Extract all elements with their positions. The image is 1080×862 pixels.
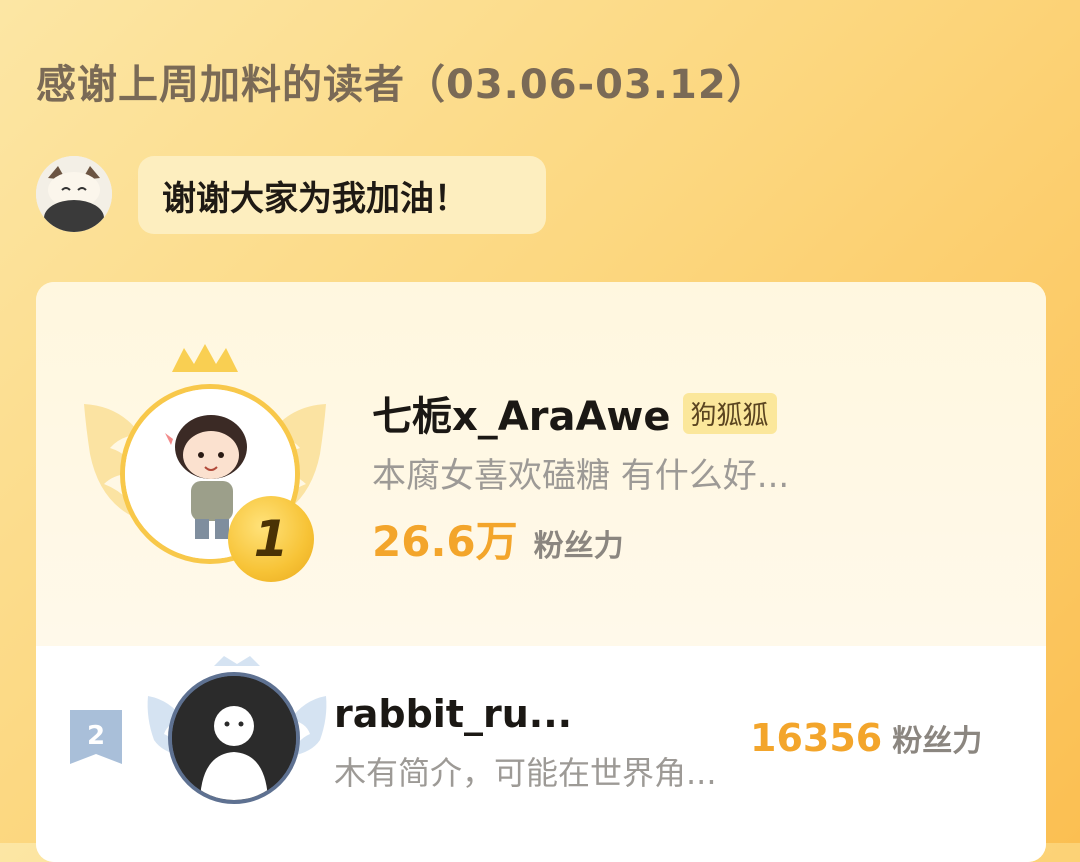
rank-medal-1: 1 [228,496,314,582]
cat-avatar-icon [36,156,112,232]
author-message-text: 谢谢大家为我加油！ [162,178,468,219]
rank1-name[interactable]: 七栀x_AraAwe [372,384,671,442]
rank2-score-value: 16356 [750,716,883,760]
rank1-score-value: 26.6万 [372,517,518,566]
rank2-number: 2 [87,721,105,751]
author-message-bubble: 谢谢大家为我加油！ [138,156,546,234]
rank2-score-unit: 粉丝力 [892,724,983,759]
ranking-card: 1 七栀x_AraAwe 狗狐狐 本腐女喜欢磕糖 有什么好... 26.6万 粉… [36,282,1046,862]
rank1-bio: 本腐女喜欢磕糖 有什么好... [372,456,790,496]
author-avatar[interactable] [36,156,112,232]
rank1-number: 1 [253,510,289,568]
rank2-score: 16356 粉丝力 [750,716,982,760]
rank2-bio: 木有简介，可能在世界角... [334,754,717,792]
rank1-score: 26.6万 粉丝力 [372,508,624,569]
rank1-score-unit: 粉丝力 [533,529,624,564]
rank2-name[interactable]: rabbit_ru... [334,692,572,736]
rank1-tag-badge: 狗狐狐 [682,392,777,434]
rank2-avatar[interactable] [168,672,300,804]
rank-entry-1[interactable]: 1 七栀x_AraAwe 狗狐狐 本腐女喜欢磕糖 有什么好... 26.6万 粉… [36,282,1046,646]
default-user-icon [172,676,296,800]
page-title: 感谢上周加料的读者（03.06-03.12） [36,62,768,108]
rank-badge-2: 2 [70,710,122,764]
rank-entry-2[interactable]: 2 rabbit_ru... 木有简介，可能在世界角... 16356 粉丝力 [36,646,1046,862]
